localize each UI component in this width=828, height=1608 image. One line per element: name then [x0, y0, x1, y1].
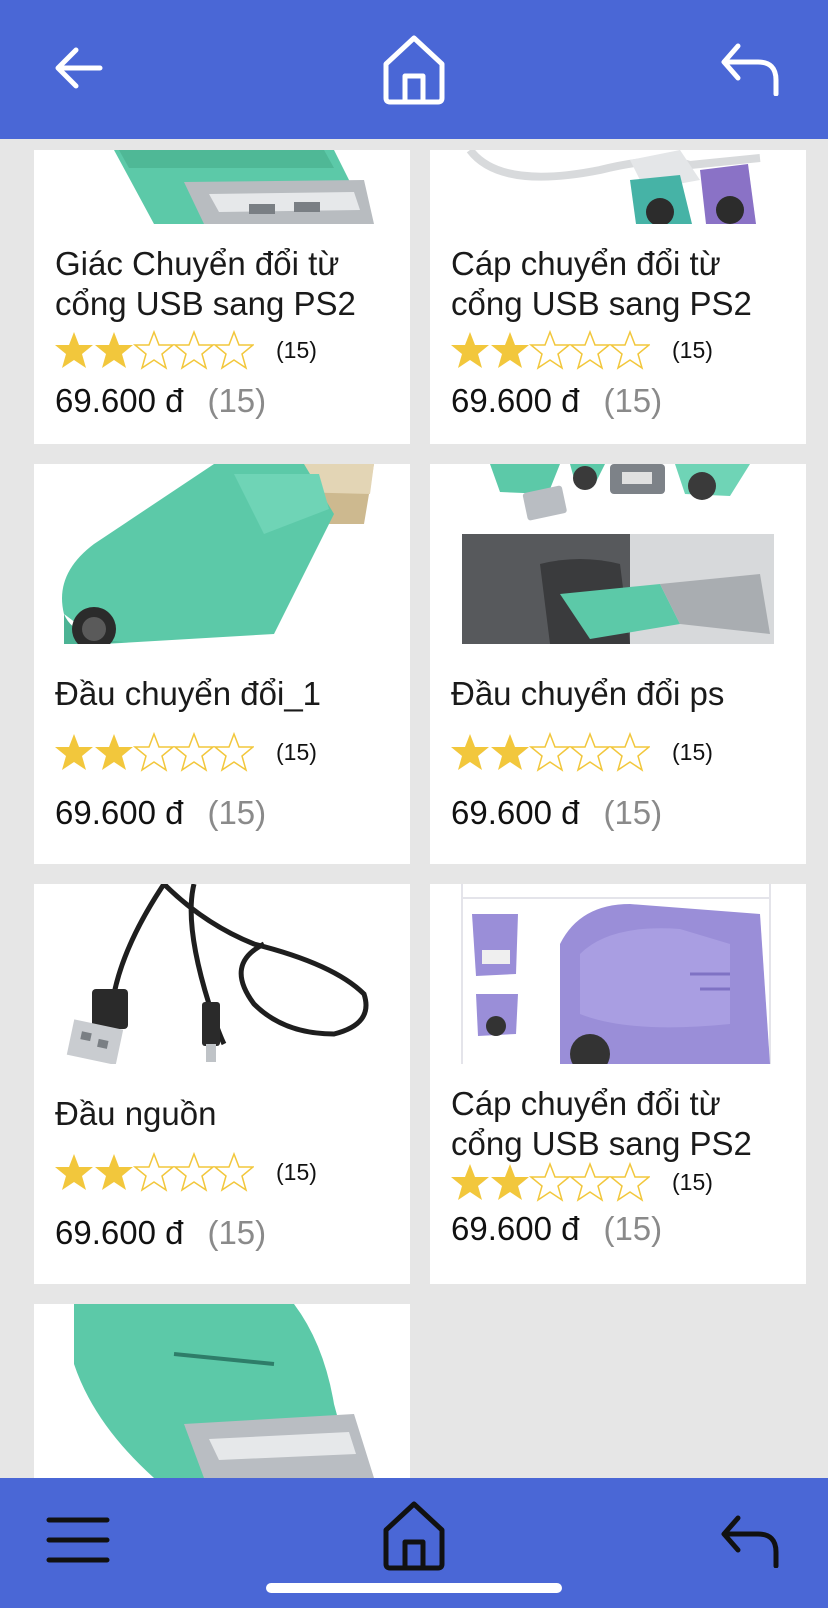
rating-count: (15)	[276, 1158, 317, 1185]
product-rating: (15)	[54, 732, 317, 772]
product-card[interactable]	[34, 1304, 410, 1478]
product-title: Cáp chuyển đổi từ cổng USB sang PS2	[451, 245, 752, 322]
rating-count: (15)	[672, 1168, 713, 1195]
rating-count: (15)	[672, 738, 713, 765]
product-card[interactable]: Đầu chuyển đổi_1 (15) 69.600 đ (15)	[34, 464, 410, 864]
product-image	[430, 150, 806, 224]
product-title: Giác Chuyển đổi từ cổng USB sang PS2	[55, 245, 356, 322]
product-image	[34, 884, 410, 1064]
product-title: Cáp chuyển đổi từ cổng USB sang PS2	[451, 1085, 752, 1162]
product-card[interactable]: Đầu chuyển đổi ps (15) 69.600 đ (15)	[430, 464, 806, 864]
rating-stars	[54, 330, 254, 370]
product-title: Đầu chuyển đổi ps	[451, 675, 725, 712]
price-count: (15)	[207, 1214, 267, 1251]
home-indicator[interactable]	[266, 1583, 562, 1593]
price-count: (15)	[207, 794, 267, 831]
return-button[interactable]	[712, 1502, 788, 1578]
home-button[interactable]	[374, 30, 454, 110]
arrow-left-icon	[55, 47, 103, 89]
rating-stars	[54, 732, 254, 772]
back-button[interactable]	[40, 30, 116, 106]
product-rating: (15)	[54, 330, 317, 370]
product-rating: (15)	[450, 732, 713, 772]
rating-count: (15)	[276, 336, 317, 363]
price-row: 69.600 đ (15)	[55, 794, 266, 832]
product-card[interactable]: Cáp chuyển đổi từ cổng USB sang PS2 (15)…	[430, 150, 806, 444]
product-price: 69.600 đ	[451, 1210, 580, 1247]
home-icon	[383, 1501, 445, 1571]
price-row: 69.600 đ (15)	[451, 382, 662, 420]
product-image	[430, 884, 806, 1064]
product-rating: (15)	[450, 1162, 713, 1202]
product-price: 69.600 đ	[55, 1214, 184, 1251]
return-icon	[721, 1515, 779, 1568]
product-price: 69.600 đ	[55, 794, 184, 831]
price-count: (15)	[207, 382, 267, 419]
product-image	[34, 150, 410, 224]
price-count: (15)	[603, 794, 663, 831]
rating-count: (15)	[276, 738, 317, 765]
return-icon	[721, 43, 779, 96]
product-title: Đầu chuyển đổi_1	[55, 675, 322, 712]
product-title: Đầu nguồn	[55, 1095, 217, 1132]
top-navigation-bar	[0, 0, 828, 139]
rating-stars	[450, 1162, 650, 1202]
price-count: (15)	[603, 382, 663, 419]
return-button[interactable]	[712, 30, 788, 106]
product-rating: (15)	[54, 1152, 317, 1192]
price-row: 69.600 đ (15)	[55, 1214, 266, 1252]
product-image	[430, 464, 806, 644]
product-card[interactable]: Cáp chuyển đổi từ cổng USB sang PS2 (15)…	[430, 884, 806, 1284]
rating-stars	[54, 1152, 254, 1192]
price-row: 69.600 đ (15)	[451, 794, 662, 832]
product-price: 69.600 đ	[55, 382, 184, 419]
price-row: 69.600 đ (15)	[451, 1210, 662, 1248]
product-price: 69.600 đ	[451, 794, 580, 831]
product-image	[34, 1304, 410, 1478]
price-row: 69.600 đ (15)	[55, 382, 266, 420]
product-card[interactable]: Đầu nguồn (15) 69.600 đ (15)	[34, 884, 410, 1284]
hamburger-menu-icon	[46, 1517, 110, 1563]
home-icon	[383, 35, 445, 105]
home-button[interactable]	[374, 1496, 454, 1576]
price-count: (15)	[603, 1210, 663, 1247]
rating-stars	[450, 330, 650, 370]
rating-stars	[450, 732, 650, 772]
product-card[interactable]: Giác Chuyển đổi từ cổng USB sang PS2 (15…	[34, 150, 410, 444]
product-price: 69.600 đ	[451, 382, 580, 419]
product-image	[34, 464, 410, 644]
menu-button[interactable]	[40, 1502, 116, 1578]
rating-count: (15)	[672, 336, 713, 363]
product-rating: (15)	[450, 330, 713, 370]
